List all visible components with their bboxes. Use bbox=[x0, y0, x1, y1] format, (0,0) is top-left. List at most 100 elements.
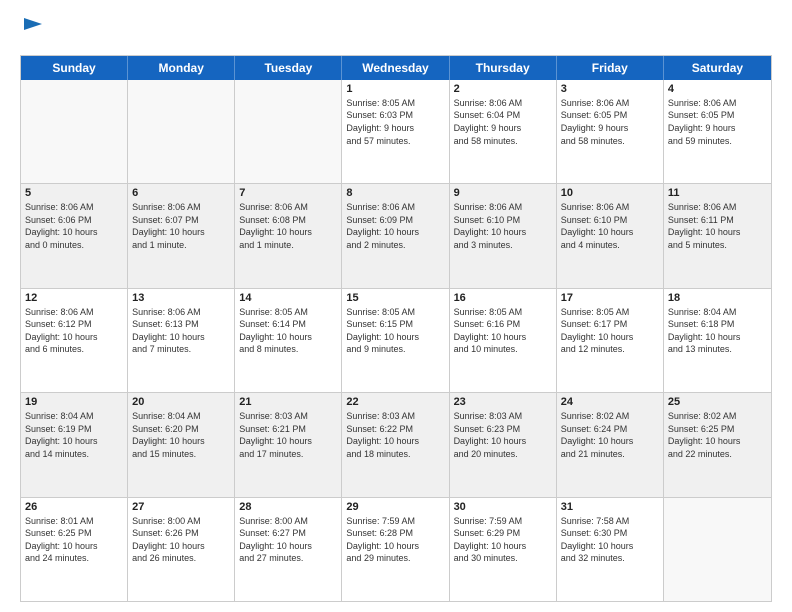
day-number: 21 bbox=[239, 396, 337, 408]
calendar-day-1: 1 Sunrise: 8:05 AM Sunset: 6:03 PM Daylig… bbox=[342, 80, 449, 183]
day-number: 24 bbox=[561, 396, 659, 408]
day-info: Sunrise: 8:02 AM Sunset: 6:24 PM Dayligh… bbox=[561, 410, 659, 460]
day-info: Sunrise: 8:06 AM Sunset: 6:11 PM Dayligh… bbox=[668, 201, 767, 251]
day-info: Sunrise: 8:06 AM Sunset: 6:07 PM Dayligh… bbox=[132, 201, 230, 251]
day-info: Sunrise: 7:58 AM Sunset: 6:30 PM Dayligh… bbox=[561, 515, 659, 565]
calendar-day-19: 19 Sunrise: 8:04 AM Sunset: 6:19 PM Dayli… bbox=[21, 393, 128, 496]
calendar-week-5: 26 Sunrise: 8:01 AM Sunset: 6:25 PM Dayli… bbox=[21, 498, 771, 601]
day-number: 31 bbox=[561, 501, 659, 513]
calendar-day-23: 23 Sunrise: 8:03 AM Sunset: 6:23 PM Dayli… bbox=[450, 393, 557, 496]
day-info: Sunrise: 8:06 AM Sunset: 6:13 PM Dayligh… bbox=[132, 306, 230, 356]
logo-text bbox=[20, 18, 44, 45]
day-info: Sunrise: 8:05 AM Sunset: 6:15 PM Dayligh… bbox=[346, 306, 444, 356]
day-info: Sunrise: 8:06 AM Sunset: 6:05 PM Dayligh… bbox=[561, 97, 659, 147]
day-number: 19 bbox=[25, 396, 123, 408]
day-number: 1 bbox=[346, 83, 444, 95]
calendar-week-1: 1 Sunrise: 8:05 AM Sunset: 6:03 PM Daylig… bbox=[21, 80, 771, 184]
day-number: 6 bbox=[132, 187, 230, 199]
day-info: Sunrise: 8:02 AM Sunset: 6:25 PM Dayligh… bbox=[668, 410, 767, 460]
logo-flag-icon bbox=[22, 16, 44, 38]
calendar-day-22: 22Sunrise: 8:03 AM Sunset: 6:22 PM Dayli… bbox=[342, 393, 449, 496]
header bbox=[20, 18, 772, 45]
calendar-day-empty bbox=[235, 80, 342, 183]
calendar-week-2: 5 Sunrise: 8:06 AM Sunset: 6:06 PM Daylig… bbox=[21, 184, 771, 288]
calendar-day-11: 11 Sunrise: 8:06 AM Sunset: 6:11 PM Dayli… bbox=[664, 184, 771, 287]
calendar-day-25: 25Sunrise: 8:02 AM Sunset: 6:25 PM Dayli… bbox=[664, 393, 771, 496]
day-info: Sunrise: 8:04 AM Sunset: 6:18 PM Dayligh… bbox=[668, 306, 767, 356]
weekday-header-tuesday: Tuesday bbox=[235, 56, 342, 80]
calendar-day-empty bbox=[664, 498, 771, 601]
calendar-day-29: 29Sunrise: 7:59 AM Sunset: 6:28 PM Dayli… bbox=[342, 498, 449, 601]
day-info: Sunrise: 8:06 AM Sunset: 6:10 PM Dayligh… bbox=[454, 201, 552, 251]
weekday-header-saturday: Saturday bbox=[664, 56, 771, 80]
day-info: Sunrise: 8:05 AM Sunset: 6:03 PM Dayligh… bbox=[346, 97, 444, 147]
calendar-day-8: 8Sunrise: 8:06 AM Sunset: 6:09 PM Daylig… bbox=[342, 184, 449, 287]
day-info: Sunrise: 7:59 AM Sunset: 6:29 PM Dayligh… bbox=[454, 515, 552, 565]
day-info: Sunrise: 8:05 AM Sunset: 6:17 PM Dayligh… bbox=[561, 306, 659, 356]
logo bbox=[20, 18, 44, 45]
day-info: Sunrise: 8:06 AM Sunset: 6:05 PM Dayligh… bbox=[668, 97, 767, 147]
calendar-body: 1 Sunrise: 8:05 AM Sunset: 6:03 PM Daylig… bbox=[21, 80, 771, 601]
calendar-day-18: 18 Sunrise: 8:04 AM Sunset: 6:18 PM Dayli… bbox=[664, 289, 771, 392]
calendar-day-24: 24 Sunrise: 8:02 AM Sunset: 6:24 PM Dayli… bbox=[557, 393, 664, 496]
calendar-day-9: 9 Sunrise: 8:06 AM Sunset: 6:10 PM Daylig… bbox=[450, 184, 557, 287]
day-number: 11 bbox=[668, 187, 767, 199]
weekday-header-friday: Friday bbox=[557, 56, 664, 80]
day-info: Sunrise: 8:06 AM Sunset: 6:10 PM Dayligh… bbox=[561, 201, 659, 251]
day-info: Sunrise: 8:06 AM Sunset: 6:08 PM Dayligh… bbox=[239, 201, 337, 251]
calendar-header: SundayMondayTuesdayWednesdayThursdayFrid… bbox=[21, 56, 771, 80]
calendar-day-3: 3Sunrise: 8:06 AM Sunset: 6:05 PM Daylig… bbox=[557, 80, 664, 183]
day-number: 15 bbox=[346, 292, 444, 304]
day-info: Sunrise: 8:03 AM Sunset: 6:23 PM Dayligh… bbox=[454, 410, 552, 460]
day-info: Sunrise: 8:00 AM Sunset: 6:26 PM Dayligh… bbox=[132, 515, 230, 565]
day-info: Sunrise: 8:06 AM Sunset: 6:06 PM Dayligh… bbox=[25, 201, 123, 251]
day-info: Sunrise: 8:05 AM Sunset: 6:16 PM Dayligh… bbox=[454, 306, 552, 356]
day-number: 2 bbox=[454, 83, 552, 95]
day-number: 5 bbox=[25, 187, 123, 199]
calendar-day-21: 21Sunrise: 8:03 AM Sunset: 6:21 PM Dayli… bbox=[235, 393, 342, 496]
calendar-week-3: 12 Sunrise: 8:06 AM Sunset: 6:12 PM Dayli… bbox=[21, 289, 771, 393]
day-number: 16 bbox=[454, 292, 552, 304]
calendar-day-26: 26 Sunrise: 8:01 AM Sunset: 6:25 PM Dayli… bbox=[21, 498, 128, 601]
calendar-day-10: 10 Sunrise: 8:06 AM Sunset: 6:10 PM Dayli… bbox=[557, 184, 664, 287]
calendar-day-14: 14Sunrise: 8:05 AM Sunset: 6:14 PM Dayli… bbox=[235, 289, 342, 392]
day-info: Sunrise: 8:04 AM Sunset: 6:19 PM Dayligh… bbox=[25, 410, 123, 460]
page: SundayMondayTuesdayWednesdayThursdayFrid… bbox=[0, 0, 792, 612]
day-info: Sunrise: 8:05 AM Sunset: 6:14 PM Dayligh… bbox=[239, 306, 337, 356]
day-number: 22 bbox=[346, 396, 444, 408]
day-number: 9 bbox=[454, 187, 552, 199]
calendar-day-empty bbox=[128, 80, 235, 183]
day-number: 26 bbox=[25, 501, 123, 513]
calendar-day-31: 31 Sunrise: 7:58 AM Sunset: 6:30 PM Dayli… bbox=[557, 498, 664, 601]
day-number: 29 bbox=[346, 501, 444, 513]
day-number: 20 bbox=[132, 396, 230, 408]
calendar-day-4: 4Sunrise: 8:06 AM Sunset: 6:05 PM Daylig… bbox=[664, 80, 771, 183]
day-number: 18 bbox=[668, 292, 767, 304]
calendar-day-27: 27 Sunrise: 8:00 AM Sunset: 6:26 PM Dayli… bbox=[128, 498, 235, 601]
day-number: 8 bbox=[346, 187, 444, 199]
calendar-day-2: 2Sunrise: 8:06 AM Sunset: 6:04 PM Daylig… bbox=[450, 80, 557, 183]
day-number: 12 bbox=[25, 292, 123, 304]
calendar-day-6: 6 Sunrise: 8:06 AM Sunset: 6:07 PM Daylig… bbox=[128, 184, 235, 287]
weekday-header-monday: Monday bbox=[128, 56, 235, 80]
weekday-header-sunday: Sunday bbox=[21, 56, 128, 80]
day-number: 10 bbox=[561, 187, 659, 199]
calendar-day-12: 12 Sunrise: 8:06 AM Sunset: 6:12 PM Dayli… bbox=[21, 289, 128, 392]
day-number: 17 bbox=[561, 292, 659, 304]
day-info: Sunrise: 8:06 AM Sunset: 6:12 PM Dayligh… bbox=[25, 306, 123, 356]
day-number: 27 bbox=[132, 501, 230, 513]
calendar-day-20: 20Sunrise: 8:04 AM Sunset: 6:20 PM Dayli… bbox=[128, 393, 235, 496]
day-info: Sunrise: 8:01 AM Sunset: 6:25 PM Dayligh… bbox=[25, 515, 123, 565]
day-number: 23 bbox=[454, 396, 552, 408]
day-number: 7 bbox=[239, 187, 337, 199]
calendar-week-4: 19 Sunrise: 8:04 AM Sunset: 6:19 PM Dayli… bbox=[21, 393, 771, 497]
calendar-day-17: 17 Sunrise: 8:05 AM Sunset: 6:17 PM Dayli… bbox=[557, 289, 664, 392]
calendar-day-7: 7 Sunrise: 8:06 AM Sunset: 6:08 PM Daylig… bbox=[235, 184, 342, 287]
calendar-day-28: 28 Sunrise: 8:00 AM Sunset: 6:27 PM Dayli… bbox=[235, 498, 342, 601]
day-info: Sunrise: 8:00 AM Sunset: 6:27 PM Dayligh… bbox=[239, 515, 337, 565]
weekday-header-thursday: Thursday bbox=[450, 56, 557, 80]
day-number: 28 bbox=[239, 501, 337, 513]
calendar-day-15: 15 Sunrise: 8:05 AM Sunset: 6:15 PM Dayli… bbox=[342, 289, 449, 392]
day-number: 30 bbox=[454, 501, 552, 513]
calendar-day-5: 5 Sunrise: 8:06 AM Sunset: 6:06 PM Daylig… bbox=[21, 184, 128, 287]
